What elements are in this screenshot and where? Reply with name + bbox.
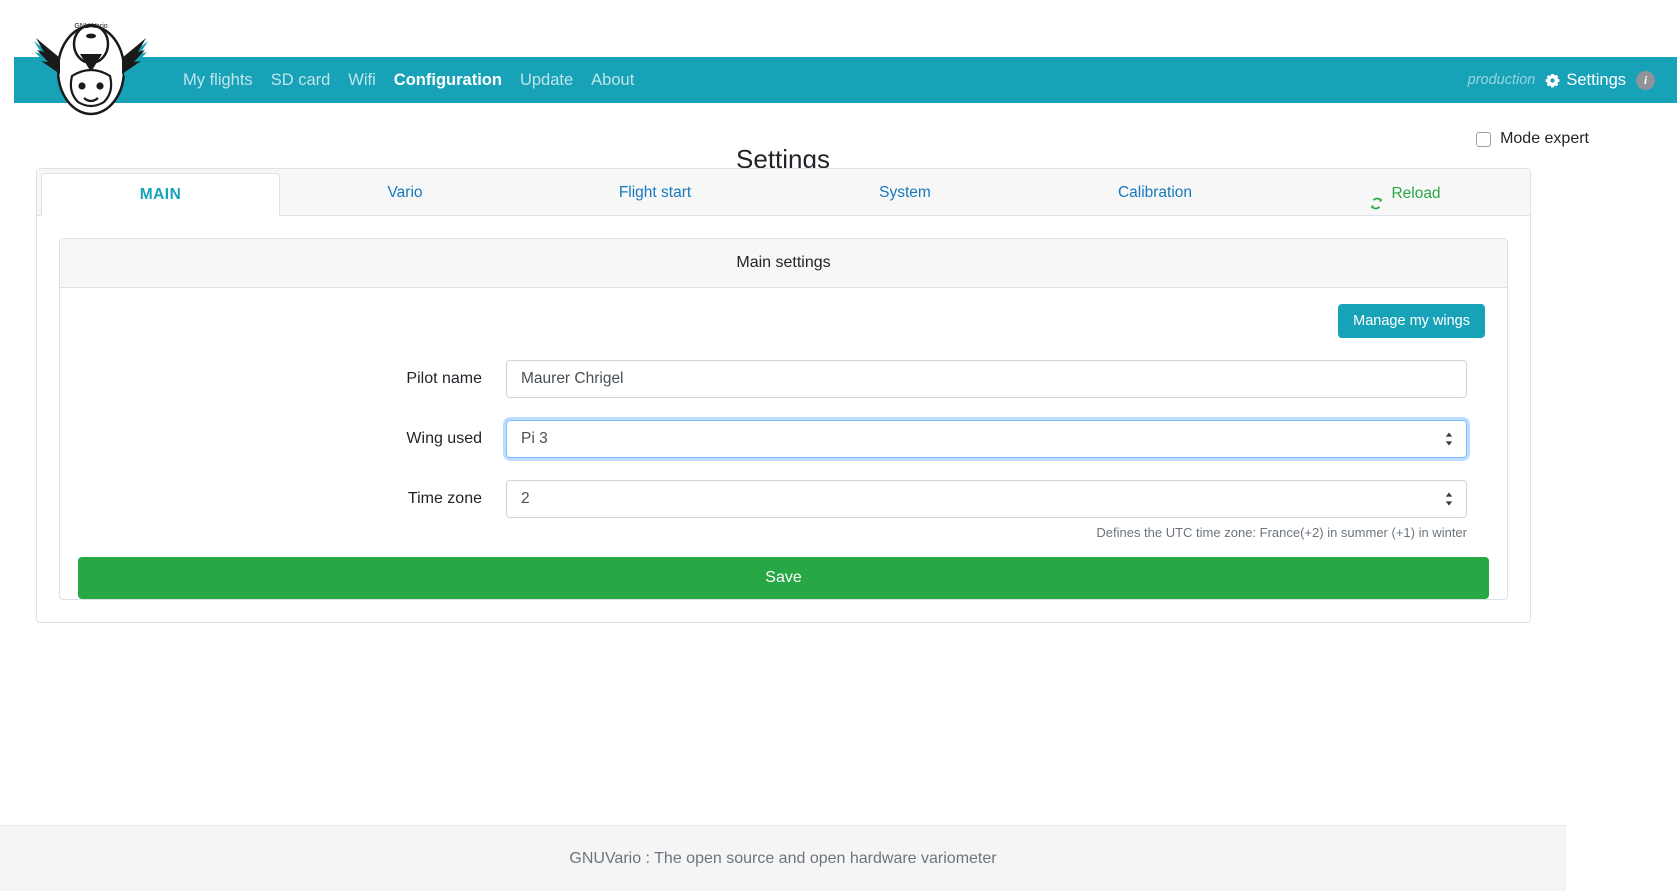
- main-navbar: My flights SD card Wifi Configuration Up…: [14, 57, 1677, 103]
- wing-used-value: Pi 3: [521, 430, 548, 447]
- time-zone-select[interactable]: 2: [506, 480, 1467, 518]
- pilot-name-label: Pilot name: [406, 370, 482, 387]
- tab-calibration[interactable]: Calibration: [1030, 172, 1280, 215]
- pilot-name-input[interactable]: Maurer Chrigel: [506, 360, 1467, 398]
- environment-label: production: [1467, 72, 1536, 88]
- nav-link-configuration[interactable]: Configuration: [385, 57, 511, 103]
- mode-expert-label: Mode expert: [1500, 130, 1589, 147]
- tab-vario[interactable]: Vario: [280, 172, 530, 215]
- manage-my-wings-button[interactable]: Manage my wings: [1338, 304, 1485, 338]
- main-settings-panel: Main settings Manage my wings Pilot name…: [59, 238, 1508, 600]
- time-zone-help-text: Defines the UTC time zone: France(+2) in…: [1096, 525, 1467, 540]
- tab-main[interactable]: MAIN: [41, 173, 280, 216]
- panel-title: Main settings: [60, 239, 1507, 288]
- tab-reload[interactable]: Reload: [1280, 172, 1530, 215]
- nav-link-wifi[interactable]: Wifi: [339, 57, 385, 103]
- info-icon[interactable]: i: [1636, 70, 1655, 90]
- nav-link-update[interactable]: Update: [511, 57, 582, 103]
- save-button[interactable]: Save: [78, 557, 1489, 599]
- settings-button[interactable]: Settings: [1545, 71, 1626, 90]
- gnuvario-logo[interactable]: GNU Vario: [32, 14, 150, 118]
- nav-link-about[interactable]: About: [582, 57, 643, 103]
- form-row-pilot-name: Pilot name Maurer Chrigel: [78, 360, 1489, 398]
- form-row-time-zone: Time zone 2: [78, 480, 1489, 518]
- page-footer: GNUVario : The open source and open hard…: [0, 825, 1566, 891]
- settings-card: MAIN Vario Flight start System Calibrati…: [36, 168, 1531, 623]
- nav-link-sd-card[interactable]: SD card: [262, 57, 340, 103]
- form-row-wing-used: Wing used Pi 3: [78, 420, 1489, 458]
- tab-panel-main: Main settings Manage my wings Pilot name…: [37, 216, 1530, 622]
- mode-expert-toggle[interactable]: Mode expert: [1476, 130, 1589, 148]
- svg-text:GNU Vario: GNU Vario: [74, 23, 107, 30]
- tab-system[interactable]: System: [780, 172, 1030, 215]
- reload-icon: [1369, 186, 1384, 210]
- time-zone-label: Time zone: [407, 490, 482, 507]
- tab-flight-start[interactable]: Flight start: [530, 172, 780, 215]
- chevron-updown-icon: [1444, 491, 1454, 507]
- mode-expert-checkbox[interactable]: [1476, 131, 1492, 147]
- manage-wings-row: Manage my wings: [78, 304, 1489, 338]
- nav-link-my-flights[interactable]: My flights: [174, 57, 262, 103]
- wing-used-label: Wing used: [406, 430, 482, 447]
- settings-label: Settings: [1566, 70, 1626, 89]
- time-zone-value: 2: [521, 490, 530, 507]
- wing-used-select[interactable]: Pi 3: [506, 420, 1467, 458]
- gear-icon: [1545, 73, 1560, 88]
- chevron-updown-icon: [1444, 431, 1454, 447]
- panel-body: Manage my wings Pilot name Maurer Chrige…: [60, 288, 1507, 599]
- settings-tab-bar: MAIN Vario Flight start System Calibrati…: [37, 169, 1530, 216]
- footer-text: GNUVario : The open source and open hard…: [569, 849, 997, 867]
- nav-links: My flights SD card Wifi Configuration Up…: [174, 57, 643, 103]
- navbar-right-group: production Settings i: [1467, 70, 1677, 90]
- tab-reload-label: Reload: [1391, 184, 1441, 202]
- save-row: Save: [78, 557, 1489, 599]
